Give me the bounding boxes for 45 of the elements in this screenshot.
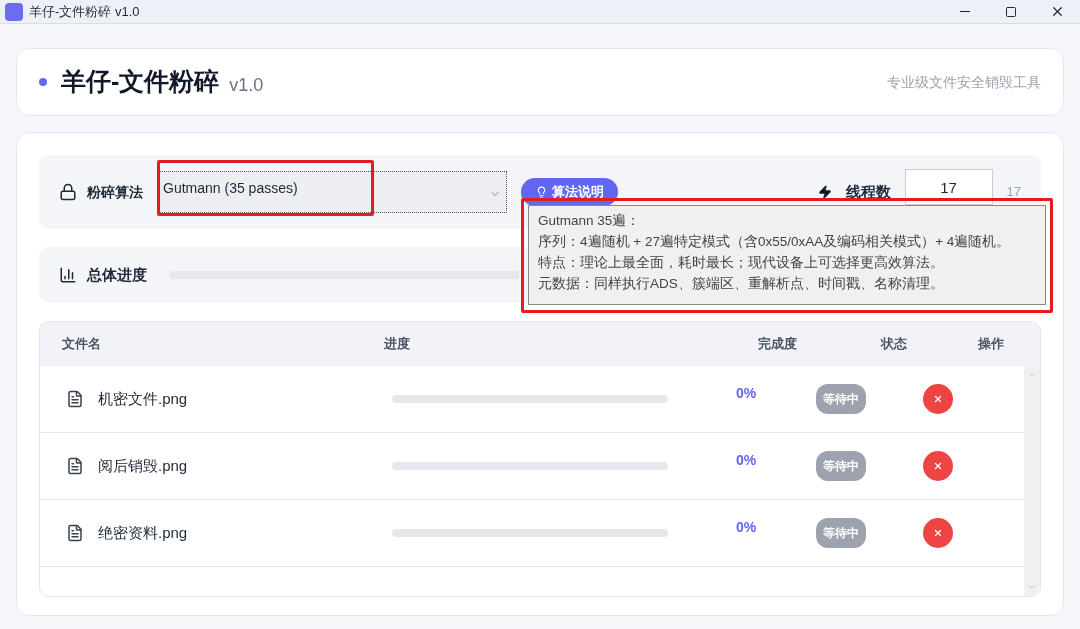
completion-percent: 0% <box>734 450 758 470</box>
file-name: 阅后销毁.png <box>98 455 189 476</box>
tooltip-line: Gutmann 35遍： <box>538 212 642 230</box>
app-icon <box>5 2 23 21</box>
delete-button[interactable] <box>923 518 953 548</box>
bar-chart-icon <box>59 266 77 284</box>
status-badge: 等待中 <box>816 384 866 414</box>
lightning-icon <box>817 185 832 199</box>
minimize-icon <box>960 11 970 12</box>
lightbulb-icon <box>535 185 548 199</box>
close-icon <box>933 394 943 404</box>
scroll-up-icon <box>1027 370 1037 380</box>
close-icon <box>933 528 943 538</box>
file-icon <box>66 390 84 408</box>
status-badge: 等待中 <box>816 518 866 548</box>
threads-input[interactable]: 17 <box>904 169 993 205</box>
tooltip-line: 元数据：同样执行ADS、簇端区、重解析点、时间戳、名称清理。 <box>538 275 945 293</box>
tooltip-line: 特点：理论上最全面，耗时最长；现代设备上可选择更高效算法。 <box>538 254 945 272</box>
version-label: v1.0 <box>229 73 264 97</box>
algorithm-dropdown[interactable]: Gutmann (35 passes) <box>157 171 507 213</box>
delete-button[interactable] <box>923 451 953 481</box>
column-header: 完成度 <box>756 335 798 354</box>
maximize-icon <box>1005 5 1017 18</box>
column-header: 操作 <box>977 335 1006 354</box>
app-subtitle: 专业级文件安全销毁工具 <box>887 72 1041 92</box>
file-icon <box>66 524 84 542</box>
status-badge: 等待中 <box>816 451 866 481</box>
app-title: 羊仔-文件粉碎 <box>61 66 220 98</box>
lock-icon <box>59 183 77 201</box>
tooltip-line: 序列：4遍随机 + 27遍特定模式（含0x55/0xAA及编码相关模式）+ 4遍随机。 <box>538 233 1012 251</box>
column-header: 文件名 <box>62 335 102 354</box>
file-name: 绝密资料.png <box>98 522 189 543</box>
scroll-down-icon <box>1027 582 1037 592</box>
progress-label: 总体进度 <box>87 264 147 285</box>
algorithm-label: 粉碎算法 <box>87 182 143 202</box>
delete-button[interactable] <box>923 384 953 414</box>
column-header: 进度 <box>383 335 411 354</box>
window-title: 羊仔-文件粉碎 v1.0 <box>29 2 140 21</box>
file-name: 机密文件.png <box>98 388 189 409</box>
close-icon <box>933 461 943 471</box>
threads-reading: 17 <box>1006 183 1021 202</box>
completion-percent: 0% <box>734 517 758 537</box>
completion-percent: 0% <box>734 383 758 403</box>
column-header: 状态 <box>879 335 908 354</box>
file-icon <box>66 457 84 475</box>
